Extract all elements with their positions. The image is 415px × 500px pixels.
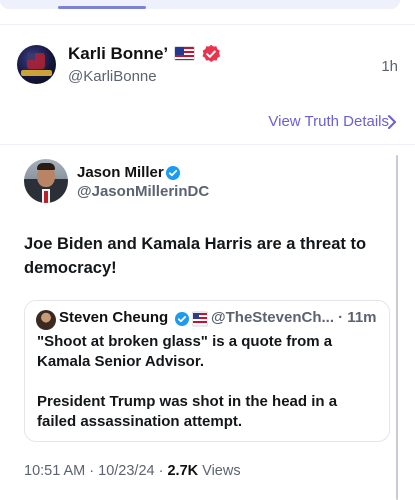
- views-count: 2.7K: [167, 463, 199, 479]
- quoted-author-name[interactable]: Jason Miller: [77, 164, 164, 181]
- view-truth-details-link[interactable]: View Truth Details: [268, 113, 389, 130]
- top-tab-strip: [0, 0, 415, 14]
- affiliation-badge-icon: [192, 311, 208, 327]
- divider: [0, 144, 415, 145]
- verified-check-icon: [175, 312, 189, 326]
- author-display-name[interactable]: Karli Bonne’: [68, 44, 168, 64]
- nested-quote-text: "Shoot at broken glass" is a quote from …: [37, 333, 338, 430]
- verified-check-icon: [166, 166, 180, 180]
- author-handle[interactable]: @KarliBonne: [68, 68, 157, 85]
- chevron-right-icon[interactable]: [385, 114, 399, 130]
- post-meta: 10:51 AM · 10/23/24 · 2.7K Views: [24, 463, 241, 479]
- views-label: Views: [198, 463, 241, 479]
- nested-author-handle[interactable]: @TheStevenCh... · 11m: [211, 309, 377, 326]
- tab-indicator: [58, 6, 146, 9]
- quoted-truth-text: Joe Biden and Kamala Harris are a threat…: [24, 235, 367, 277]
- author-avatar[interactable]: [17, 45, 56, 84]
- scrollbar[interactable]: [396, 155, 398, 500]
- post-date: 10:51 AM · 10/23/24 ·: [24, 463, 168, 479]
- nested-author-avatar[interactable]: [36, 310, 56, 330]
- quoted-author-avatar[interactable]: [24, 159, 68, 203]
- us-flag-icon: [174, 46, 195, 61]
- nested-quote-card[interactable]: Steven Cheung @TheStevenCh... · 11m "Sho…: [24, 300, 390, 442]
- nested-author-name[interactable]: Steven Cheung: [59, 309, 168, 326]
- post-timestamp: 1h: [381, 58, 398, 75]
- divider: [0, 24, 415, 25]
- quoted-author-handle[interactable]: @JasonMillerinDC: [77, 183, 209, 200]
- verified-badge-icon: [202, 44, 221, 62]
